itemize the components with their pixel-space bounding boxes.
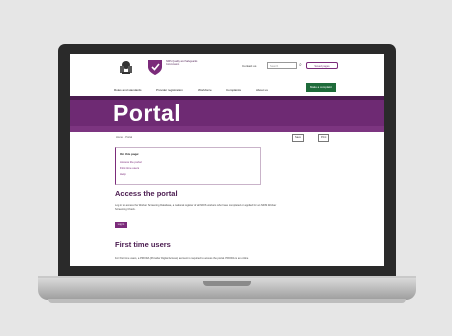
logo-text: NDIS Quality and Safeguards Commission <box>166 60 198 66</box>
section-heading-access: Access the portal <box>115 189 178 198</box>
nav-item-provider-registration[interactable]: Provider registration <box>156 88 183 92</box>
nav-item-workforce[interactable]: Workforce <box>198 88 212 92</box>
contact-link[interactable]: Contact us <box>242 64 256 68</box>
laptop-screen: NDIS Quality and Safeguards Commission C… <box>70 54 384 266</box>
nav-item-rules[interactable]: Rules and standards <box>114 88 142 92</box>
toc-link-first-time[interactable]: First time users <box>120 166 139 170</box>
search-input[interactable]: Search <box>267 62 297 69</box>
page-banner: Portal <box>70 96 384 130</box>
nav-item-complaints[interactable]: Complaints <box>226 88 241 92</box>
laptop-base-shadow <box>48 299 406 303</box>
coat-of-arms-icon <box>120 61 132 74</box>
section-access-body: Log in to access the Worker Screening Da… <box>115 204 277 211</box>
laptop-notch <box>203 281 251 286</box>
login-button[interactable]: Log in <box>115 222 127 228</box>
print-button[interactable]: Print <box>318 134 330 142</box>
toc-link-help[interactable]: Help <box>120 172 126 176</box>
nav-item-about[interactable]: About us <box>256 88 268 92</box>
site-header: NDIS Quality and Safeguards Commission C… <box>70 54 384 80</box>
banner-band <box>70 126 384 132</box>
save-page-button[interactable]: Save <box>292 134 304 142</box>
section-first-time-body: For first time users, a PRODA (Provider … <box>115 257 249 260</box>
toc-title: On this page: <box>120 152 140 156</box>
ndis-shield-logo-icon[interactable] <box>146 58 164 76</box>
main-nav: Rules and standards Provider registratio… <box>70 84 384 94</box>
make-complaint-button[interactable]: Make a complaint <box>306 83 336 92</box>
saved-pages-button[interactable]: Saved pages <box>306 62 338 69</box>
toc-link-access[interactable]: Access the portal <box>120 160 141 164</box>
search-icon[interactable]: ⌕ <box>299 62 302 68</box>
breadcrumb[interactable]: Home · Portal <box>116 136 132 139</box>
on-this-page-box: On this page: Access the portal First ti… <box>115 147 261 185</box>
section-heading-first-time: First time users <box>115 240 171 249</box>
page-title: Portal <box>113 100 182 126</box>
